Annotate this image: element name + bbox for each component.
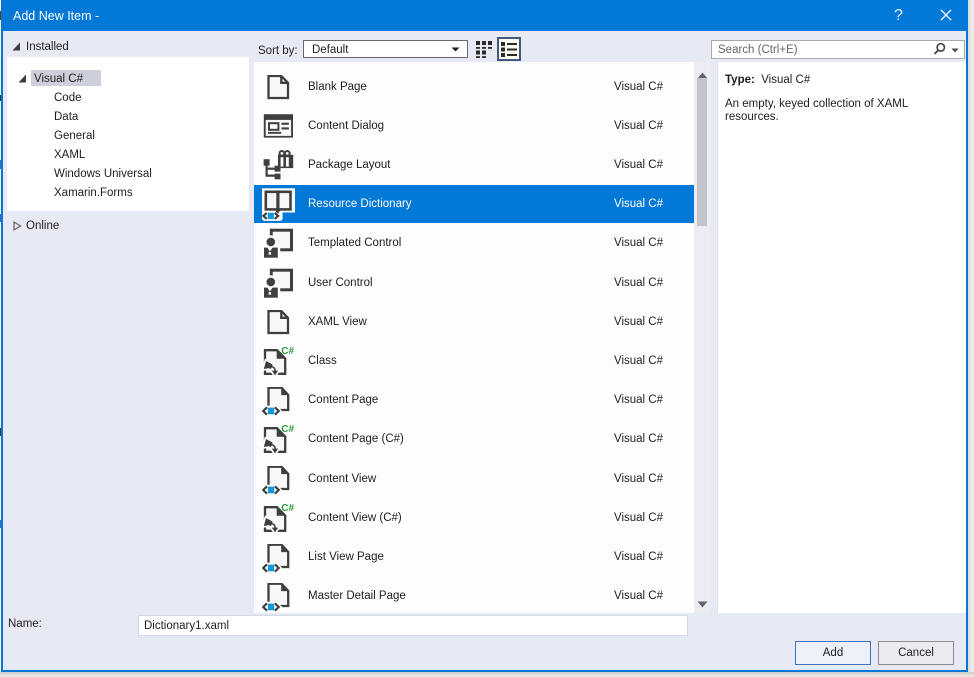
svg-text:C#: C# bbox=[281, 424, 294, 435]
svg-text:C#: C# bbox=[281, 346, 294, 357]
svg-text:C#: C# bbox=[281, 503, 294, 514]
